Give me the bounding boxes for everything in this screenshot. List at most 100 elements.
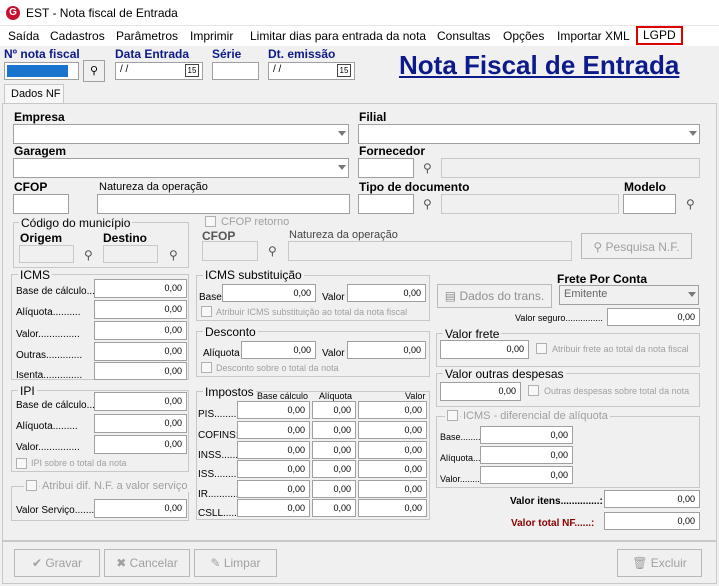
- icms-st-base-input[interactable]: 0,00: [222, 284, 316, 302]
- cofins-aliquota-input[interactable]: 0,00: [312, 421, 356, 439]
- calendar-icon[interactable]: 15: [185, 64, 199, 77]
- iss-base-input[interactable]: 0,00: [237, 460, 310, 478]
- desconto-check-label: Desconto sobre o total da nota: [216, 363, 339, 373]
- icms-dif-base-input[interactable]: 0,00: [480, 426, 573, 444]
- binoculars-icon[interactable]: ⚲: [268, 244, 277, 258]
- pis-base-input[interactable]: 0,00: [237, 401, 310, 419]
- icms-outras-input[interactable]: 0,00: [94, 342, 187, 361]
- calendar-icon[interactable]: 15: [337, 64, 351, 77]
- valor-servico-input[interactable]: 0,00: [94, 499, 187, 518]
- cancelar-button[interactable]: ✖ Cancelar: [104, 549, 190, 577]
- cofins-valor-input[interactable]: 0,00: [358, 421, 427, 439]
- check-icon: ✔: [31, 556, 46, 570]
- binoculars-icon[interactable]: ⚲: [423, 197, 432, 211]
- valor-seguro-label: Valor seguro...............: [515, 313, 603, 323]
- filial-select[interactable]: [358, 124, 700, 144]
- menu-importar-xml[interactable]: Importar XML: [554, 28, 633, 44]
- desconto-checkbox[interactable]: [201, 362, 212, 376]
- icms-st-checkbox[interactable]: [201, 306, 212, 320]
- data-entrada-label: Data Entrada: [115, 47, 190, 61]
- natureza-input[interactable]: [97, 194, 350, 214]
- menu-consultas[interactable]: Consultas: [434, 28, 493, 44]
- iss-valor-input[interactable]: 0,00: [358, 460, 427, 478]
- serie-input[interactable]: [212, 62, 259, 80]
- icms-valor-input[interactable]: 0,00: [94, 321, 187, 340]
- binoculars-icon[interactable]: ⚲: [169, 248, 178, 262]
- broom-icon: ✎: [210, 556, 224, 570]
- ipi-valor-input[interactable]: 0,00: [94, 435, 187, 454]
- icms-base-input[interactable]: 0,00: [94, 279, 187, 298]
- cofins-base-input[interactable]: 0,00: [237, 421, 310, 439]
- binoculars-icon[interactable]: ⚲: [686, 197, 695, 211]
- tab-dados-nf[interactable]: Dados NF: [4, 84, 64, 104]
- menu-imprimir[interactable]: Imprimir: [187, 28, 236, 44]
- pesquisa-nf-button[interactable]: ⚲ Pesquisa N.F.: [581, 233, 692, 259]
- menu-saida[interactable]: Saída: [5, 28, 42, 44]
- page-title: Nota Fiscal de Entrada: [399, 50, 680, 80]
- binoculars-icon: ⚲: [89, 65, 99, 77]
- limpar-button[interactable]: ✎ Limpar: [194, 549, 277, 577]
- icms-dif-checkbox[interactable]: [445, 410, 460, 424]
- dados-transportador-button[interactable]: ▤ Dados do trans.: [437, 284, 552, 308]
- outras-despesas-checkbox[interactable]: [528, 385, 539, 399]
- pis-aliquota-input[interactable]: 0,00: [312, 401, 356, 419]
- impostos-col-base: Base cálculo: [257, 391, 309, 401]
- cfop2-input: [202, 241, 258, 261]
- menu-parametros[interactable]: Parâmetros: [113, 28, 181, 44]
- desconto-aliquota-input[interactable]: 0,00: [241, 341, 316, 359]
- pis-valor-input[interactable]: 0,00: [358, 401, 427, 419]
- binoculars-icon[interactable]: ⚲: [423, 161, 432, 175]
- icms-st-valor-input[interactable]: 0,00: [347, 284, 426, 302]
- icms-dif-aliquota-input[interactable]: 0,00: [480, 446, 573, 464]
- codigo-municipio-label: Código do município: [19, 216, 133, 230]
- ir-valor-input[interactable]: 0,00: [358, 480, 427, 498]
- atribui-checkbox[interactable]: [24, 480, 39, 494]
- tipo-documento-input[interactable]: [358, 194, 414, 214]
- icms-isenta-input[interactable]: 0,00: [94, 362, 187, 380]
- menu-limitar-dias[interactable]: Limitar dias para entrada da nota: [247, 28, 429, 44]
- excluir-button[interactable]: 🗑 Excluir: [617, 549, 702, 577]
- menu-cadastros[interactable]: Cadastros: [47, 28, 108, 44]
- filial-label: Filial: [359, 110, 387, 124]
- garagem-select[interactable]: [13, 158, 349, 178]
- modelo-input[interactable]: [623, 194, 676, 214]
- binoculars-icon[interactable]: ⚲: [84, 248, 93, 262]
- search-binoculars-button[interactable]: ⚲: [83, 60, 105, 82]
- outras-despesas-input[interactable]: 0,00: [440, 382, 521, 401]
- nota-fiscal-input[interactable]: [4, 62, 79, 80]
- empresa-select[interactable]: [13, 124, 349, 144]
- icms-aliquota-input[interactable]: 0,00: [94, 300, 187, 319]
- fornecedor-code-input[interactable]: [358, 158, 414, 178]
- tipo-documento-label: Tipo de documento: [359, 180, 470, 194]
- atribui-check-label: Atribui dif. N.F. a valor serviço: [40, 480, 190, 492]
- icms-dif-valor-input[interactable]: 0,00: [480, 466, 573, 484]
- valor-frete-input[interactable]: 0,00: [440, 340, 529, 359]
- desconto-valor-input[interactable]: 0,00: [347, 341, 426, 359]
- chevron-down-icon: [688, 292, 696, 297]
- frete-por-conta-select[interactable]: Emitente: [559, 285, 699, 305]
- outras-despesas-check-label: Outras despesas sobre total da nota: [544, 386, 690, 396]
- menu-lgpd[interactable]: LGPD: [636, 26, 683, 45]
- inss-aliquota-input[interactable]: 0,00: [312, 441, 356, 459]
- cfop-input[interactable]: [13, 194, 69, 214]
- iss-aliquota-input[interactable]: 0,00: [312, 460, 356, 478]
- csll-valor-input[interactable]: 0,00: [358, 499, 427, 517]
- csll-aliquota-input[interactable]: 0,00: [312, 499, 356, 517]
- menu-opcoes[interactable]: Opções: [500, 28, 547, 44]
- nota-fiscal-label: Nº nota fiscal: [4, 47, 80, 61]
- ir-aliquota-input[interactable]: 0,00: [312, 480, 356, 498]
- ipi-base-input[interactable]: 0,00: [94, 392, 187, 411]
- inss-base-input[interactable]: 0,00: [237, 441, 310, 459]
- fornecedor-name-input: [441, 158, 700, 178]
- valor-seguro-input[interactable]: 0,00: [607, 308, 700, 326]
- valor-frete-checkbox[interactable]: [536, 343, 547, 357]
- ipi-checkbox[interactable]: [16, 458, 27, 472]
- cfop-retorno-checkbox[interactable]: [205, 216, 216, 230]
- ir-base-input[interactable]: 0,00: [237, 480, 310, 498]
- inss-valor-input[interactable]: 0,00: [358, 441, 427, 459]
- csll-base-input[interactable]: 0,00: [237, 499, 310, 517]
- ipi-aliquota-input[interactable]: 0,00: [94, 414, 187, 433]
- pis-label: PIS........: [198, 409, 237, 420]
- destino-input: [103, 245, 158, 263]
- gravar-button[interactable]: ✔ Gravar: [14, 549, 100, 577]
